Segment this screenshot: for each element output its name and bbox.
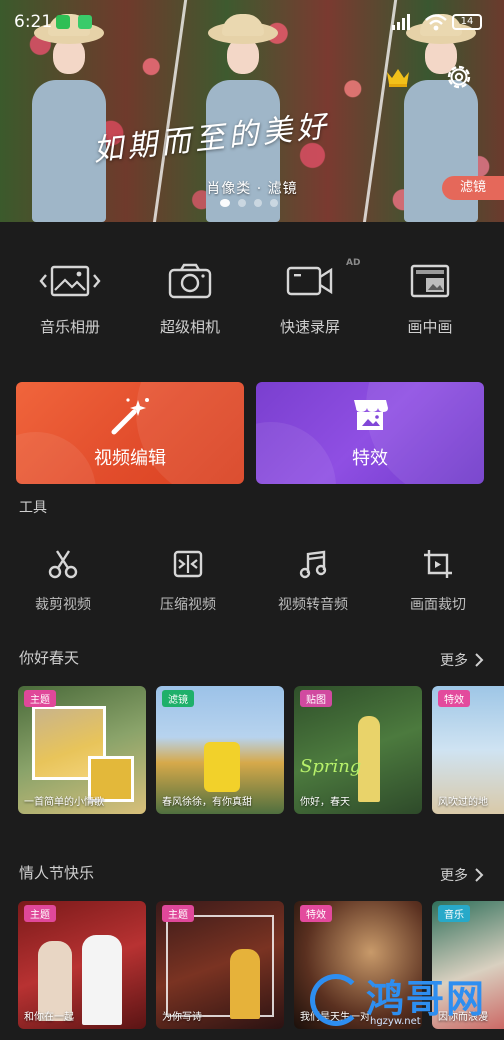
hero-banner[interactable]: 如期而至的美好 肖像类 · 滤镜 滤镜 6:21 14 bbox=[0, 0, 504, 222]
quick-tool-super-camera[interactable]: 超级相机 bbox=[130, 258, 250, 337]
template-caption: 风吹过的地 bbox=[438, 797, 488, 808]
tool-video-to-audio[interactable]: 视频转音频 bbox=[253, 546, 373, 614]
tool-label: 压缩视频 bbox=[160, 597, 216, 613]
status-time: 6:21 bbox=[14, 12, 53, 32]
template-card[interactable]: 特效 风吹过的地 bbox=[432, 686, 504, 814]
tools-row: 裁剪视频 压缩视频 视频转音频 画面裁切 bbox=[0, 546, 504, 626]
photo-album-icon bbox=[39, 265, 101, 297]
scissors-icon bbox=[48, 550, 78, 579]
template-tag: 主题 bbox=[162, 905, 194, 922]
section-title: 情人节快乐 bbox=[19, 864, 95, 882]
quick-tool-screen-record[interactable]: 快速录屏 bbox=[250, 258, 370, 337]
music-note-icon bbox=[299, 550, 327, 579]
compress-icon bbox=[173, 550, 203, 578]
banner-tag[interactable]: 滤镜 bbox=[442, 176, 504, 200]
notification-app-icon bbox=[56, 15, 70, 29]
watermark: 鸿哥网 hgzyw.net bbox=[310, 968, 504, 1038]
template-card[interactable]: 主题 一首简单的小情歌 bbox=[18, 686, 146, 814]
template-caption: 和你在一起 bbox=[24, 1012, 74, 1023]
template-card[interactable]: 主题 和你在一起 bbox=[18, 901, 146, 1029]
tool-compress-video[interactable]: 压缩视频 bbox=[128, 546, 248, 614]
camera-icon bbox=[168, 263, 212, 299]
quick-tool-label: 音乐相册 bbox=[39, 318, 100, 336]
template-decoration: Spring bbox=[300, 756, 362, 777]
store-icon bbox=[354, 400, 388, 430]
magic-wand-icon bbox=[111, 398, 149, 435]
status-bar: 6:21 14 bbox=[0, 0, 504, 40]
template-caption: 一首简单的小情歌 bbox=[24, 797, 104, 808]
effects-label: 特效 bbox=[352, 448, 388, 469]
quick-tool-label: 超级相机 bbox=[159, 318, 220, 336]
template-tag: 特效 bbox=[300, 905, 332, 922]
gear-icon[interactable] bbox=[444, 62, 474, 92]
more-link[interactable]: 更多 bbox=[440, 650, 484, 670]
template-caption: 你好，春天 bbox=[300, 797, 350, 808]
banner-subtitle: 肖像类 · 滤镜 bbox=[206, 181, 298, 197]
tool-label: 画面裁切 bbox=[410, 597, 466, 613]
template-tag: 特效 bbox=[438, 690, 470, 707]
notification-app-icon bbox=[78, 15, 92, 29]
quick-tools-row: 音乐相册 超级相机 快速录屏 画中画 bbox=[0, 258, 504, 348]
effects-card[interactable]: 特效 bbox=[256, 382, 484, 484]
template-tag: 主题 bbox=[24, 905, 56, 922]
quick-tool-music-album[interactable]: 音乐相册 bbox=[10, 258, 130, 337]
signal-icon bbox=[392, 14, 410, 30]
template-tag: 主题 bbox=[24, 690, 56, 707]
picture-in-picture-icon bbox=[410, 264, 450, 298]
template-tag: 贴图 bbox=[300, 690, 332, 707]
carousel-dot bbox=[238, 199, 246, 207]
crop-icon bbox=[424, 550, 452, 578]
carousel-indicator bbox=[220, 199, 278, 207]
carousel-dot bbox=[254, 199, 262, 207]
chevron-right-icon bbox=[475, 868, 484, 882]
video-edit-label: 视频编辑 bbox=[94, 448, 166, 469]
wifi-icon bbox=[425, 14, 447, 31]
template-image bbox=[230, 949, 260, 1019]
template-card[interactable]: 滤镜 春风徐徐，有你真甜 bbox=[156, 686, 284, 814]
template-image bbox=[82, 935, 122, 1025]
tool-label: 裁剪视频 bbox=[35, 597, 91, 613]
tools-section-title: 工具 bbox=[19, 500, 47, 516]
screen-record-icon bbox=[286, 266, 333, 296]
more-label: 更多 bbox=[440, 868, 468, 884]
quick-tool-label: 快速录屏 bbox=[279, 318, 340, 336]
watermark-text: 鸿哥网 bbox=[366, 977, 487, 1021]
watermark-logo-icon bbox=[310, 974, 362, 1026]
template-caption: 为你写诗 bbox=[162, 1012, 202, 1023]
quick-tool-label: 画中画 bbox=[407, 318, 453, 336]
more-link[interactable]: 更多 bbox=[440, 865, 484, 885]
template-card[interactable]: 主题 为你写诗 bbox=[156, 901, 284, 1029]
template-tag: 音乐 bbox=[438, 905, 470, 922]
tool-trim-video[interactable]: 裁剪视频 bbox=[3, 546, 123, 614]
template-tag: 滤镜 bbox=[162, 690, 194, 707]
video-edit-card[interactable]: 视频编辑 bbox=[16, 382, 244, 484]
crown-icon[interactable] bbox=[385, 66, 411, 88]
more-label: 更多 bbox=[440, 653, 468, 669]
battery-indicator: 14 bbox=[452, 14, 482, 30]
tool-label: 视频转音频 bbox=[278, 597, 348, 613]
template-card[interactable]: Spring 贴图 你好，春天 bbox=[294, 686, 422, 814]
tool-crop-frame[interactable]: 画面裁切 bbox=[378, 546, 498, 614]
chevron-right-icon bbox=[475, 653, 484, 667]
carousel-dot bbox=[270, 199, 278, 207]
quick-tool-picture-in-picture[interactable]: 画中画 bbox=[370, 258, 490, 337]
section-title: 你好春天 bbox=[19, 649, 80, 667]
carousel-dot bbox=[220, 199, 230, 207]
watermark-url: hgzyw.net bbox=[370, 1016, 421, 1027]
template-list-spring: 主题 一首简单的小情歌 滤镜 春风徐徐，有你真甜 Spring 贴图 你好，春天… bbox=[18, 686, 504, 814]
template-image bbox=[204, 742, 240, 792]
template-caption: 春风徐徐，有你真甜 bbox=[162, 797, 252, 808]
